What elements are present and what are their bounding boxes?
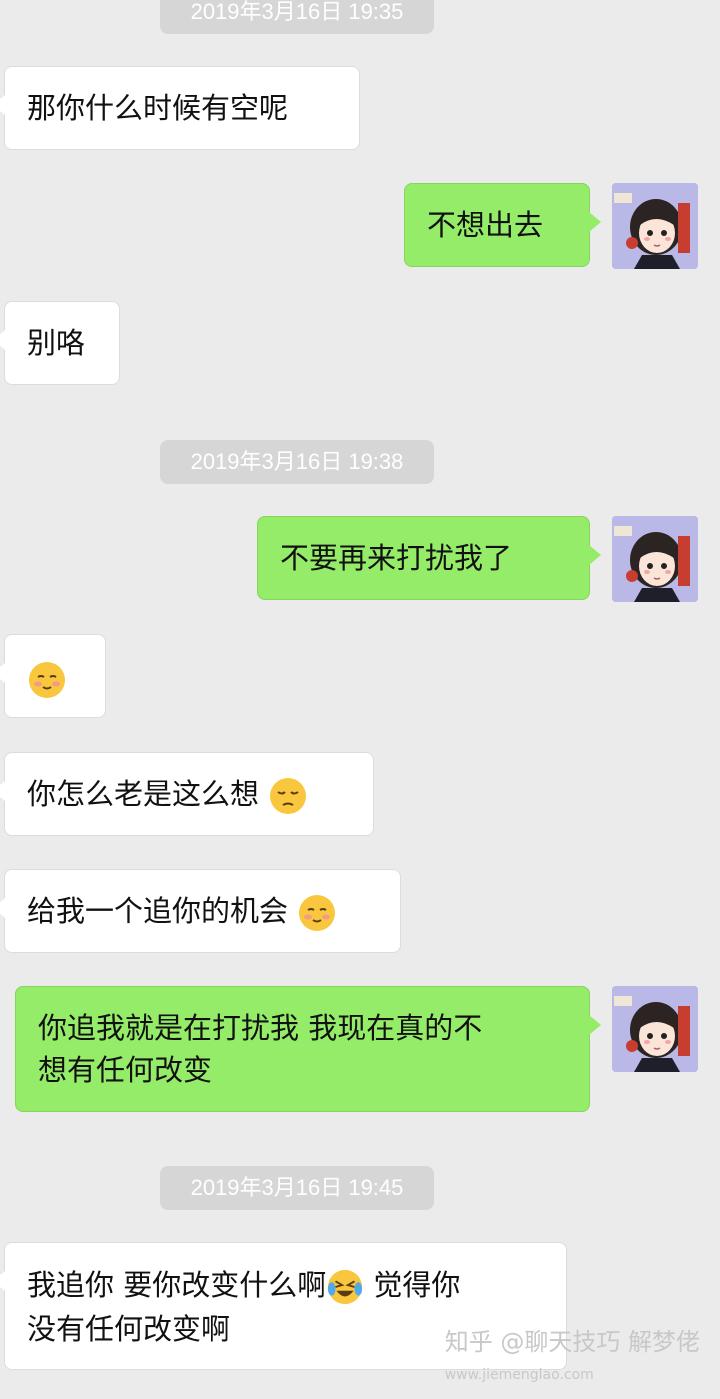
message-text: 给我一个追你的机会 [27,894,289,928]
pensive-emoji [270,778,307,814]
shy-smile-emoji [29,662,65,698]
user-avatar[interactable] [612,986,698,1072]
message-text: 你怎么老是这么想 [27,777,260,811]
message-text: 不想出去 [427,208,544,242]
message-text: 你追我就是在打扰我 我现在真的不 [38,1011,483,1045]
shy-smile-emoji [299,895,336,931]
user-avatar[interactable] [612,183,698,269]
message-bubble-incoming[interactable] [0,634,106,718]
message-text: 不要再来打扰我了 [280,541,513,575]
message-text: 想有任何改变 [38,1053,213,1087]
message-text: 觉得你 [364,1268,461,1302]
message-bubble-incoming[interactable]: 你怎么老是这么想 [0,752,374,836]
timestamp: 2019年3月16日 19:35 [160,0,434,34]
message-text: 那你什么时候有空呢 [27,91,289,125]
watermark: 知乎 @聊天技巧 解梦佬 www.jiemenglao.com [444,1328,700,1383]
message-bubble-incoming[interactable]: 别咯 [0,301,120,385]
timestamp: 2019年3月16日 19:45 [160,1166,434,1210]
message-text: 我追你 要你改变什么啊 [27,1268,327,1302]
crying-laughing-emoji [328,1269,363,1305]
message-text: 别咯 [27,326,86,360]
user-avatar[interactable] [612,516,698,602]
message-bubble-outgoing[interactable]: 你追我就是在打扰我 我现在真的不 想有任何改变 [15,986,601,1112]
message-bubble-outgoing[interactable]: 不想出去 [404,183,601,267]
timestamp: 2019年3月16日 19:38 [160,440,434,484]
message-bubble-outgoing[interactable]: 不要再来打扰我了 [257,516,601,600]
message-bubble-incoming[interactable]: 那你什么时候有空呢 [0,66,360,150]
message-bubble-incoming[interactable]: 给我一个追你的机会 [0,869,401,953]
